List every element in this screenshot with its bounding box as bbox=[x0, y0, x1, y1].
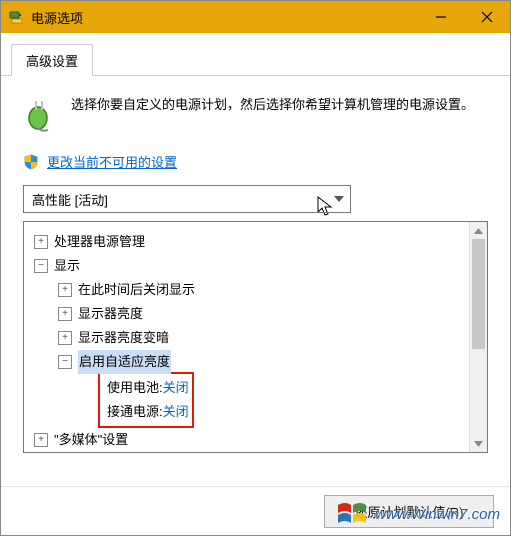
expand-icon[interactable]: + bbox=[58, 283, 72, 297]
tree-label: 显示器亮度 bbox=[78, 302, 143, 326]
scroll-thumb[interactable] bbox=[472, 239, 485, 349]
expand-icon[interactable]: + bbox=[34, 433, 48, 447]
tree-node-multimedia[interactable]: + "多媒体"设置 bbox=[34, 428, 481, 452]
shield-icon bbox=[23, 154, 39, 170]
tree-node-brightness[interactable]: + 显示器亮度 bbox=[34, 302, 481, 326]
admin-settings-link[interactable]: 更改当前不可用的设置 bbox=[47, 152, 177, 171]
tree-value[interactable]: 关闭 bbox=[163, 400, 189, 424]
tree-node-display[interactable]: − 显示 bbox=[34, 254, 481, 278]
tree-node-on-battery[interactable]: 使用电池: 关闭 bbox=[103, 376, 189, 400]
tree-label: 接通电源: bbox=[107, 400, 163, 424]
power-plan-combo[interactable]: 高性能 [活动] bbox=[23, 185, 351, 213]
window-title: 电源选项 bbox=[31, 8, 418, 27]
tree-label: 使用电池: bbox=[107, 376, 163, 400]
tab-advanced[interactable]: 高级设置 bbox=[11, 44, 93, 76]
settings-tree: + 处理器电源管理 − 显示 + 在此时间后关闭显示 + 显示器亮度 + bbox=[23, 221, 488, 453]
scrollbar[interactable] bbox=[469, 222, 487, 452]
tree-node-plugged-in[interactable]: 接通电源: 关闭 bbox=[103, 400, 189, 424]
power-plug-icon bbox=[23, 96, 59, 132]
tree-label: "多媒体"设置 bbox=[54, 428, 128, 452]
collapse-icon[interactable]: − bbox=[58, 355, 72, 369]
minimize-button[interactable] bbox=[418, 1, 464, 33]
tree-node-adaptive-brightness[interactable]: − 启用自适应亮度 bbox=[34, 350, 481, 374]
dialog-footer: 还原计划默认值(R) bbox=[1, 486, 510, 535]
close-button[interactable] bbox=[464, 1, 510, 33]
highlight-box: 使用电池: 关闭 接通电源: 关闭 bbox=[98, 372, 194, 428]
scroll-up-icon[interactable] bbox=[470, 222, 487, 239]
collapse-icon[interactable]: − bbox=[34, 259, 48, 273]
power-plan-value: 高性能 [活动] bbox=[32, 190, 108, 209]
tree-value[interactable]: 关闭 bbox=[163, 376, 189, 400]
tree-label-selected: 启用自适应亮度 bbox=[78, 350, 171, 374]
tree-label: 在此时间后关闭显示 bbox=[78, 278, 195, 302]
tree-node-dimmed-brightness[interactable]: + 显示器亮度变暗 bbox=[34, 326, 481, 350]
tabstrip: 高级设置 bbox=[1, 33, 510, 76]
description-text: 选择你要自定义的电源计划，然后选择你希望计算机管理的电源设置。 bbox=[71, 94, 474, 116]
expand-icon[interactable]: + bbox=[34, 235, 48, 249]
titlebar: 电源选项 bbox=[1, 1, 510, 33]
tree-label: 处理器电源管理 bbox=[54, 230, 145, 254]
app-icon bbox=[9, 9, 25, 25]
tree-label: 显示 bbox=[54, 254, 80, 278]
scroll-down-icon[interactable] bbox=[470, 435, 487, 452]
expand-icon[interactable]: + bbox=[58, 307, 72, 321]
tree-label: 显示器亮度变暗 bbox=[78, 326, 169, 350]
restore-defaults-button[interactable]: 还原计划默认值(R) bbox=[324, 495, 494, 528]
expand-icon[interactable]: + bbox=[58, 331, 72, 345]
tree-node-cpu[interactable]: + 处理器电源管理 bbox=[34, 230, 481, 254]
tree-node-turn-off-after[interactable]: + 在此时间后关闭显示 bbox=[34, 278, 481, 302]
